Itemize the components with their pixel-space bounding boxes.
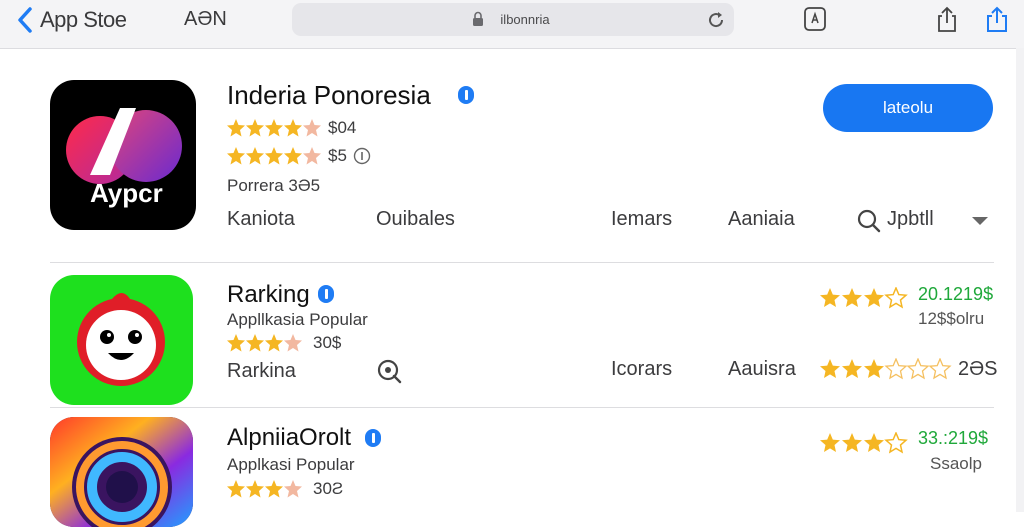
icon-text: Aypcr [90,178,163,208]
mascot-face-icon [77,293,165,386]
chevron-left-icon [18,7,32,33]
app2-icon[interactable] [50,417,193,527]
app-meta: Aauisra [728,358,796,380]
star-rating-icon [820,358,952,380]
app-right-rating: 2ƏS [958,358,998,380]
reader-document-icon[interactable] [802,5,828,33]
rating-value: $5 [328,146,347,165]
tab-4[interactable]: Aaniaia [728,208,795,231]
share-blue-icon[interactable] [984,5,1010,33]
star-rating-icon [227,480,302,498]
app-price: 33.:219$ [918,428,989,448]
search-icon[interactable] [856,208,882,234]
tab-1[interactable]: Kaniota [227,208,295,231]
share-icon[interactable] [934,5,960,33]
star-rating-icon [227,334,302,352]
scrollbar[interactable] [1016,48,1024,512]
app-meta: Rarkina [227,360,296,382]
star-rating-icon [820,287,908,309]
tab-2[interactable]: Ouibales [376,208,455,231]
info-circle-icon[interactable] [353,147,371,165]
divider [50,407,994,408]
app1-icon[interactable] [50,275,193,405]
star-rating-icon [820,432,908,454]
app-title: Rarking [227,281,310,308]
chevron-down-icon[interactable] [970,214,990,228]
search-icon[interactable] [376,358,402,384]
browser-toolbar: App Stoe AƏN ilbonnria [0,0,1024,49]
reader-aa-button[interactable]: AƏN [184,8,227,31]
app-downloads: 12$$olru [918,309,985,328]
star-rating-icon [227,147,321,165]
swirl-logo-icon [50,417,193,527]
featured-app-title: Inderia Ponoresia [227,80,431,110]
info-badge-icon[interactable] [365,429,381,447]
reload-icon[interactable] [706,10,726,30]
featured-subtitle: Porrera 3Ə5 [227,176,321,195]
address-bar[interactable]: ilbonnria [292,3,734,36]
lock-icon [473,11,483,26]
info-badge-icon[interactable] [458,86,474,104]
rating-value: 30Ƨ [313,479,344,498]
app-title: AlpniiaOrolt [227,424,352,451]
app-subtitle: Appllkasia Popular [227,310,368,329]
rating-value: $04 [328,118,357,137]
get-button[interactable]: lateolu [823,84,993,132]
app-meta: Icorars [611,358,673,380]
tab-3[interactable]: Iemars [611,208,672,231]
divider [50,262,994,263]
back-button[interactable]: App Stoe [14,6,127,34]
back-label: App Stoe [40,7,127,32]
app-subtitle: Applkasi Popular [227,455,355,474]
app-downloads: Ssaolp [930,454,982,473]
app-price: 20.1219$ [918,284,994,304]
featured-app-icon[interactable]: Aypcr [50,80,196,230]
search-label[interactable]: Jpbtll [887,208,934,231]
url-text: ilbonnria [500,12,550,27]
rating-value: 30$ [313,333,342,352]
info-badge-icon[interactable] [318,285,334,303]
star-rating-icon [227,119,321,137]
